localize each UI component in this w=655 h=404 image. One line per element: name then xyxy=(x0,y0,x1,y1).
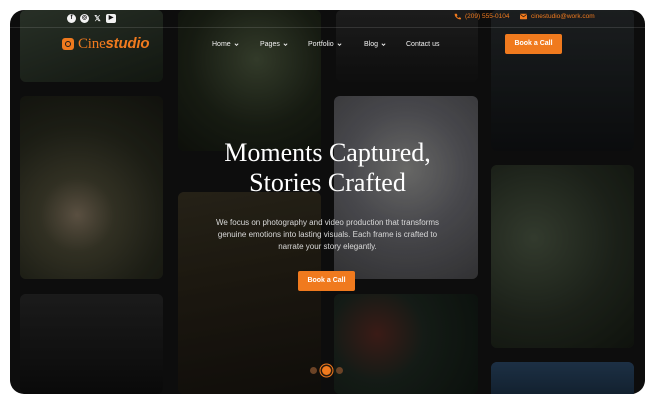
email-address: cinestudio@work.com xyxy=(531,13,595,20)
phone-icon xyxy=(454,13,461,20)
email-contact[interactable]: cinestudio@work.com xyxy=(520,13,595,20)
top-bar: f ◎ 𝕏 ▶ (209) 555-0104 cinestudio@work.c… xyxy=(10,10,645,28)
phone-number: (209) 555-0104 xyxy=(465,13,510,20)
logo[interactable]: Cinestudio xyxy=(62,35,150,53)
email-icon xyxy=(520,13,527,20)
nav-contact-label: Contact us xyxy=(406,41,440,48)
logo-mark-icon xyxy=(62,38,74,50)
header-book-call-button[interactable]: Book a Call xyxy=(505,34,562,54)
hero-book-call-button[interactable]: Book a Call xyxy=(298,271,355,291)
photo-tile-hallway xyxy=(20,294,163,394)
nav-portfolio-label: Portfolio xyxy=(308,41,334,48)
nav-pages-label: Pages xyxy=(260,41,280,48)
photo-tile-flowers xyxy=(334,294,478,394)
hero-subtitle: We focus on photography and video produc… xyxy=(215,218,440,251)
chevron-down-icon xyxy=(234,43,239,47)
chevron-down-icon xyxy=(337,43,342,47)
nav-pages[interactable]: Pages xyxy=(260,41,288,48)
photo-tile-bottom-right xyxy=(491,362,634,394)
nav-blog-label: Blog xyxy=(364,41,379,48)
nav-home-label: Home xyxy=(212,41,231,48)
slider-dot-3[interactable] xyxy=(336,367,343,374)
slider-dots xyxy=(310,366,343,375)
x-icon[interactable]: 𝕏 xyxy=(93,14,102,23)
youtube-icon[interactable]: ▶ xyxy=(106,14,116,23)
instagram-icon[interactable]: ◎ xyxy=(80,14,89,23)
chevron-down-icon xyxy=(283,43,288,47)
nav-contact[interactable]: Contact us xyxy=(406,41,439,48)
chevron-down-icon xyxy=(381,43,386,47)
nav-home[interactable]: Home xyxy=(212,41,239,48)
slider-dot-2[interactable] xyxy=(322,366,331,375)
phone-contact[interactable]: (209) 555-0104 xyxy=(454,13,509,20)
facebook-icon[interactable]: f xyxy=(67,14,76,23)
nav-portfolio[interactable]: Portfolio xyxy=(308,41,342,48)
hero-title: Moments Captured, Stories Crafted xyxy=(130,138,525,198)
nav-blog[interactable]: Blog xyxy=(364,41,386,48)
logo-text: Cinestudio xyxy=(78,35,150,52)
slider-dot-1[interactable] xyxy=(310,367,317,374)
hero-title-line1: Moments Captured, xyxy=(224,138,431,167)
photo-tile-forest xyxy=(178,10,321,151)
hero-section: f ◎ 𝕏 ▶ (209) 555-0104 cinestudio@work.c… xyxy=(10,10,645,394)
photo-tile-fog xyxy=(491,10,634,151)
hero-title-line2: Stories Crafted xyxy=(249,168,406,197)
